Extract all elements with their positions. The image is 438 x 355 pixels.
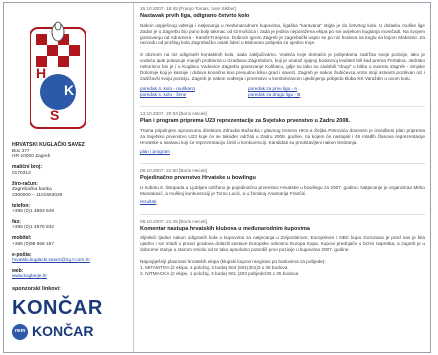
news-body: Nakon uspješnog viđenja i natjecanja u m…: [140, 22, 425, 81]
field-value-mobile: +385 (0)98 968 167: [12, 241, 55, 247]
sponsors-title: sponzorski linkovi:: [12, 286, 61, 293]
news-link[interactable]: plan i program: [140, 149, 170, 155]
sidebar: H K S HRVATSKI KUGLAČKI SAVEZ Box 377 HR…: [4, 3, 134, 352]
news-title: Nastavak prvih liga, odigrano četvrto ko…: [140, 12, 250, 19]
page-frame: H K S HRVATSKI KUGLAČKI SAVEZ Box 377 HR…: [3, 2, 431, 353]
news-body: Trama prijašnjem sporazumu direktora Zdr…: [140, 128, 425, 145]
logo-letter-k: K: [64, 82, 74, 98]
divider: [140, 213, 425, 215]
field-value-account: Zagrebačka banka 2360000 – 1101553026: [12, 186, 63, 198]
email-link[interactable]: hrvatski.kuglacki.savez@zg.t-com.hr: [12, 258, 127, 264]
news-links: poredak 4. kolo - muškarci poredak za pr…: [140, 86, 425, 99]
nem-badge-icon: nem: [12, 323, 28, 340]
news-date: 15.10.2007. 18:45 [Franjo Tomas, Ivan Si…: [140, 6, 237, 11]
news-title: Plan i program priprema U23 reprezentaci…: [140, 118, 350, 125]
link-poredak-zene[interactable]: poredak 4. kolo - žene: [140, 92, 240, 98]
hks-logo-icon: H K S: [29, 21, 87, 129]
news-date: 13.10.2007. 20:53 [Boris Hecek]: [140, 111, 207, 117]
news-date: 08.10.2007. 21:50 [Boris Hecek]: [140, 167, 207, 173]
web-link[interactable]: www.kuglanje.hr: [12, 274, 127, 280]
news-date: 08.10.2007. 21:45 [Boris Hecek]: [140, 218, 207, 224]
news-list: 15.10.2007. 18:45 [Franjo Tomas, Ivan Si…: [140, 6, 425, 285]
sponsor-koncar-nem-logo[interactable]: nem KONČAR: [12, 323, 127, 341]
link-poredak-prva-liga[interactable]: poredak za prvu ligu - A: [248, 86, 408, 92]
news-link[interactable]: rezultati: [140, 199, 156, 205]
sponsor2-label: KONČAR: [32, 322, 94, 339]
field-value-phone: +385 (0)1 4853 649: [12, 209, 55, 215]
news-title: Pojedinačno prvenstvo Hrvatske u bowling…: [140, 174, 256, 181]
logo-letter-s: S: [50, 107, 59, 123]
address-line-2: HR-10000 Zagreb: [12, 154, 51, 160]
news-item: 15.10.2007. 18:45 [Franjo Tomas, Ivan Si…: [140, 6, 425, 98]
news-item: 08.10.2007. 21:45 [Boris Hecek] Komentar…: [140, 219, 425, 277]
hks-logo: H K S: [29, 20, 87, 136]
field-value-registration: 0170313: [12, 170, 31, 176]
divider: [140, 106, 425, 108]
divider: [140, 162, 425, 164]
logo-letter-h: H: [36, 65, 46, 81]
news-body: U subotu 6. listopada u Ljubljani održan…: [140, 184, 425, 196]
news-body: Sljedeći tjedan nakon odigranih kola u k…: [140, 235, 425, 276]
news-title: Komentar nastupa hrvatskih klubova u međ…: [140, 225, 310, 232]
field-value-fax: +385 (0)1 4876 832: [12, 225, 55, 231]
link-poredak-muski[interactable]: poredak 4. kolo - muškarci: [140, 86, 240, 92]
sponsor-koncar-logo[interactable]: KONČAR: [12, 296, 127, 321]
news-item: 08.10.2007. 21:50 [Boris Hecek] Pojedina…: [140, 168, 425, 206]
news-item: 13.10.2007. 20:53 [Boris Hecek] Plan i p…: [140, 111, 425, 155]
link-poredak-druga-liga[interactable]: poredak za drugu ligu - B: [248, 92, 408, 98]
